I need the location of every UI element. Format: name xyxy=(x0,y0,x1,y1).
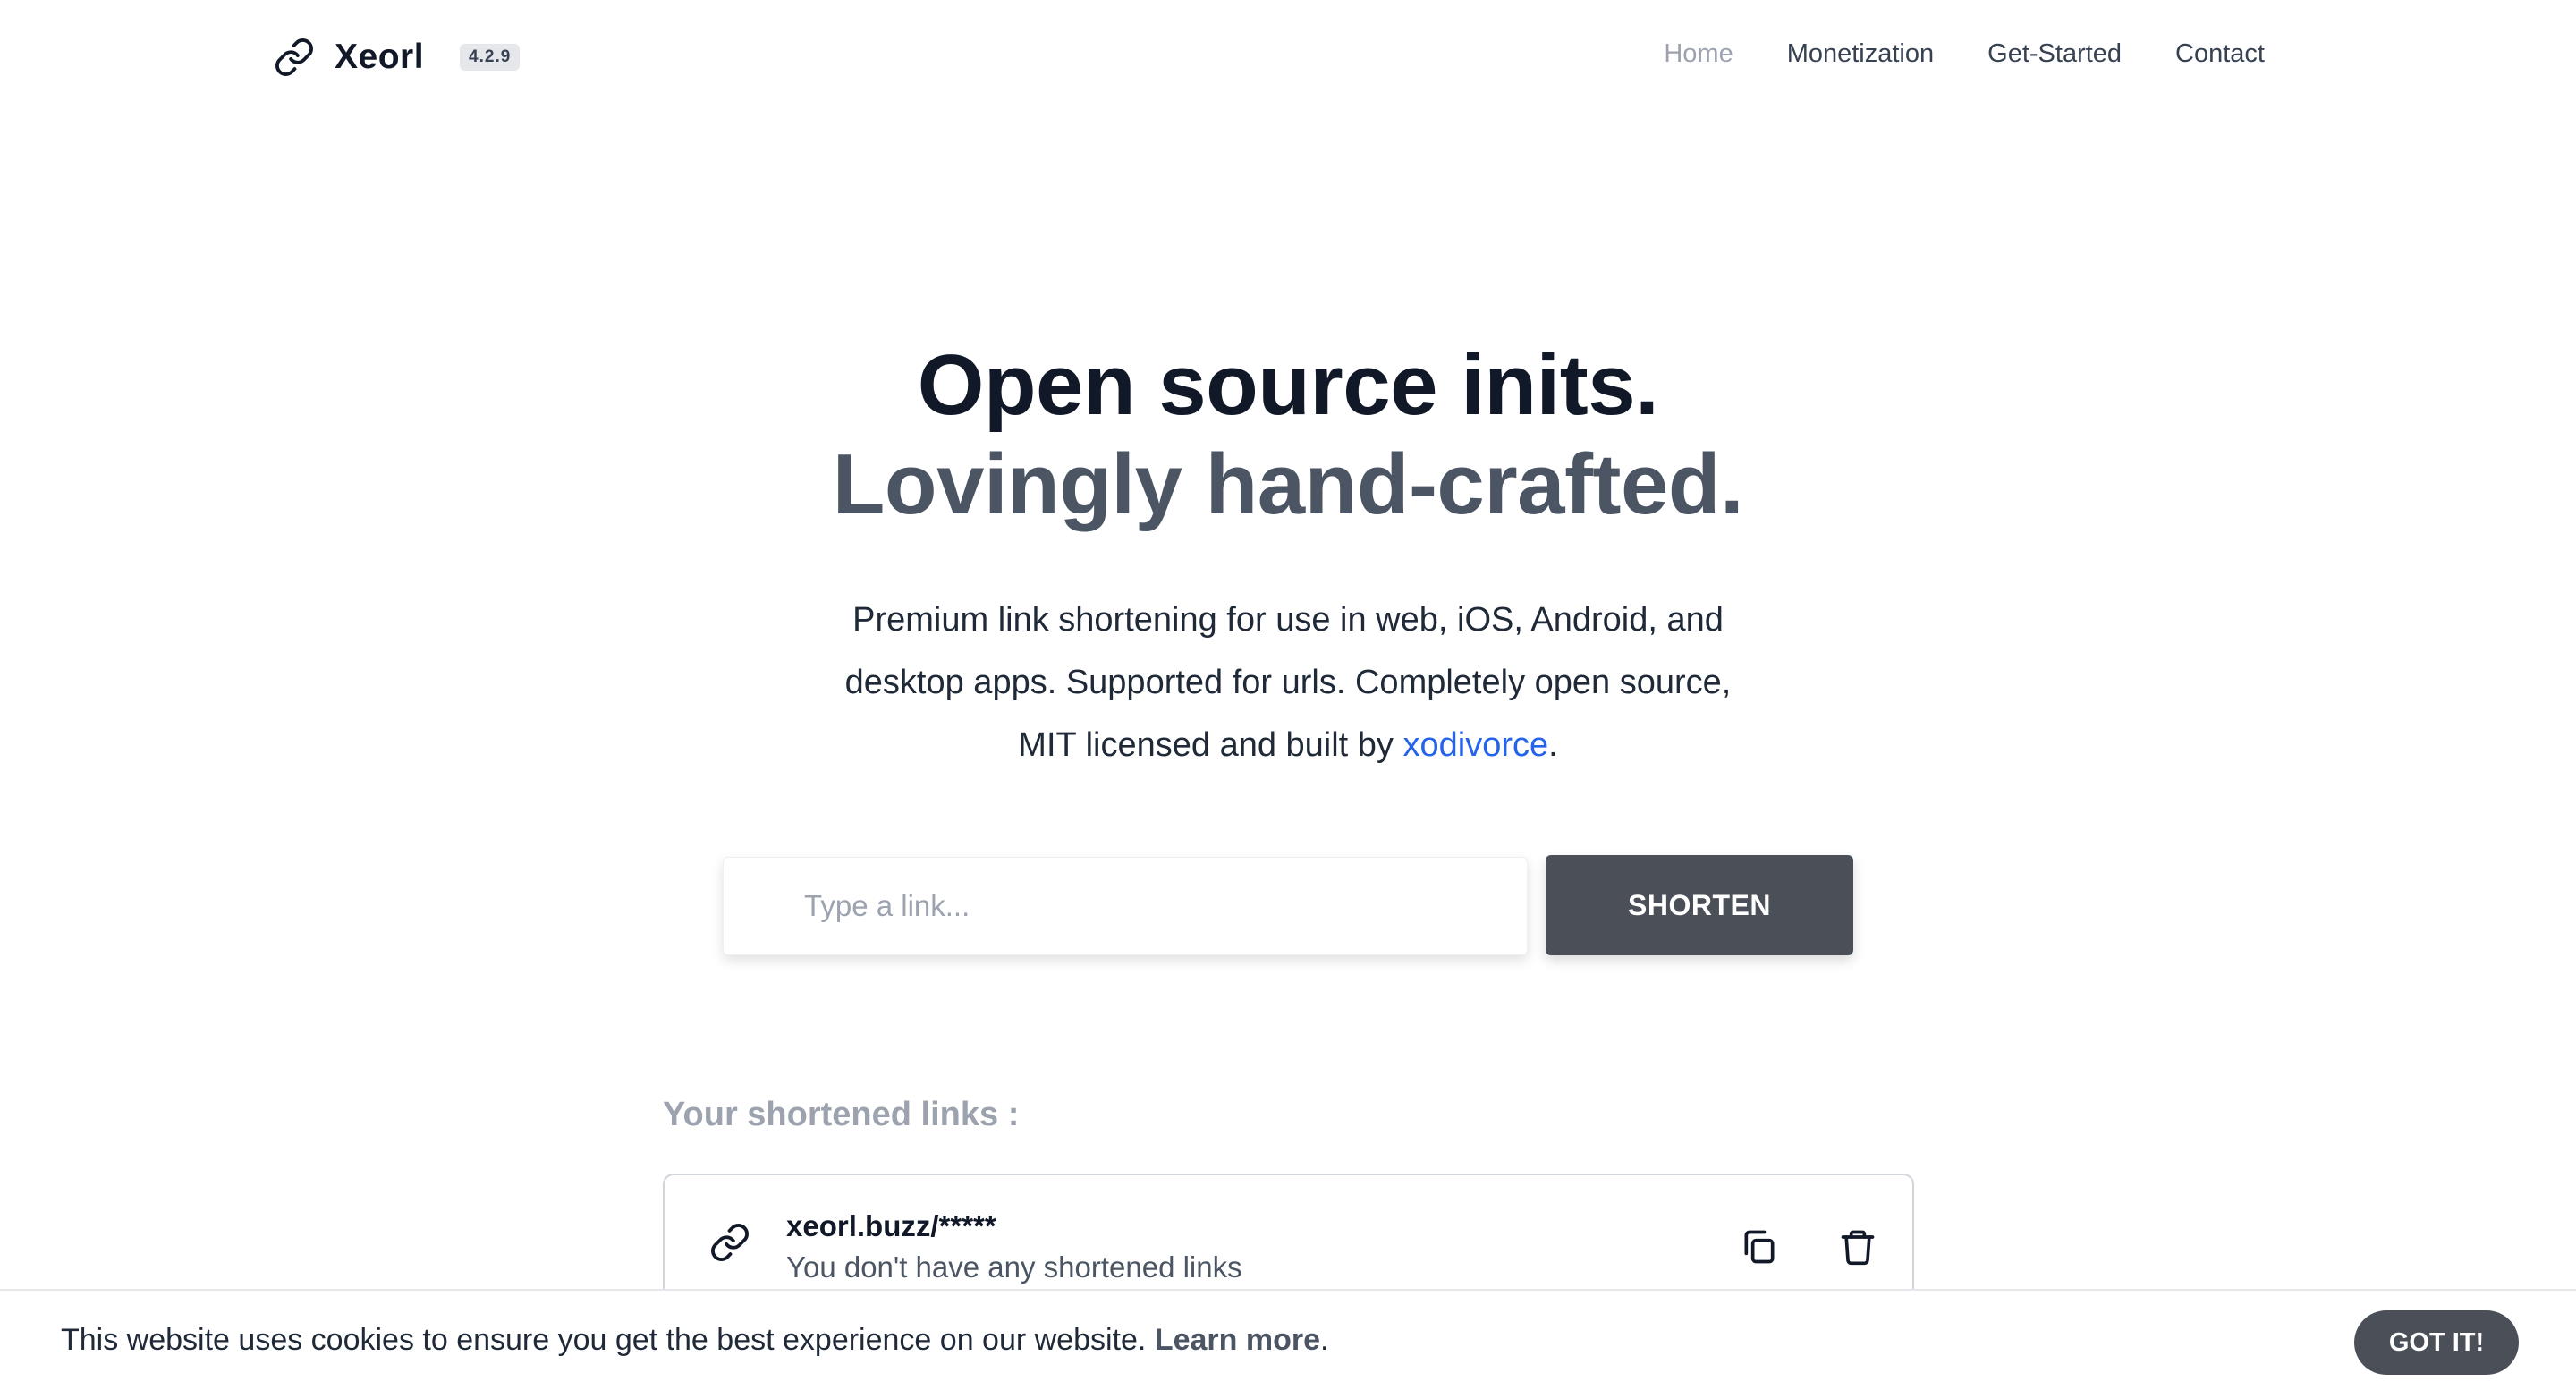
trash-icon xyxy=(1841,1230,1875,1266)
link-icon xyxy=(711,1224,749,1261)
subtitle-line3: MIT licensed and built by xodivorce. xyxy=(0,714,2576,776)
main-nav: Home Monetization Get-Started Contact xyxy=(1664,39,2265,69)
brand[interactable]: Xeorl 4.2.9 xyxy=(274,32,521,82)
subtitle-line1: Premium link shortening for use in web, … xyxy=(852,601,1724,639)
link-input[interactable] xyxy=(723,857,1528,955)
nav-contact[interactable]: Contact xyxy=(2175,39,2265,69)
page: Xeorl 4.2.9 Home Monetization Get-Starte… xyxy=(0,0,2576,1390)
brand-name: Xeorl xyxy=(335,38,425,76)
short-url: xeorl.buzz/***** xyxy=(786,1209,996,1242)
got-it-button[interactable]: GOT IT! xyxy=(2354,1310,2519,1375)
cookie-message: This website uses cookies to ensure you … xyxy=(61,1323,1155,1357)
hero-title-line1: Open source inits. xyxy=(917,337,1659,433)
subtitle-line3-suffix: . xyxy=(1548,726,1558,764)
learn-more-link[interactable]: Learn more xyxy=(1155,1323,1320,1357)
shorten-button[interactable]: SHORTEN xyxy=(1546,855,1853,955)
version-badge: 4.2.9 xyxy=(460,44,521,71)
hero-subtitle: Premium link shortening for use in web, … xyxy=(0,589,2576,776)
links-heading: Your shortened links : xyxy=(663,1096,1020,1133)
nav-home[interactable]: Home xyxy=(1664,39,1733,69)
empty-message: You don't have any shortened links xyxy=(786,1250,1242,1284)
nav-get-started[interactable]: Get-Started xyxy=(1987,39,2122,69)
subtitle-line3-prefix: MIT licensed and built by xyxy=(1018,726,1403,764)
copy-icon xyxy=(1744,1230,1775,1264)
cookie-text: This website uses cookies to ensure you … xyxy=(61,1323,1328,1358)
link-icon xyxy=(275,38,313,76)
delete-button[interactable] xyxy=(1835,1224,1881,1270)
hero-title-line2: Lovingly hand-crafted. xyxy=(832,436,1744,532)
cookie-suffix: . xyxy=(1320,1323,1329,1357)
author-link[interactable]: xodivorce xyxy=(1403,726,1549,764)
nav-monetization[interactable]: Monetization xyxy=(1787,39,1934,69)
subtitle-line2: desktop apps. Supported for urls. Comple… xyxy=(844,664,1732,701)
copy-button[interactable] xyxy=(1736,1224,1783,1270)
cookie-banner: This website uses cookies to ensure you … xyxy=(0,1289,2576,1390)
